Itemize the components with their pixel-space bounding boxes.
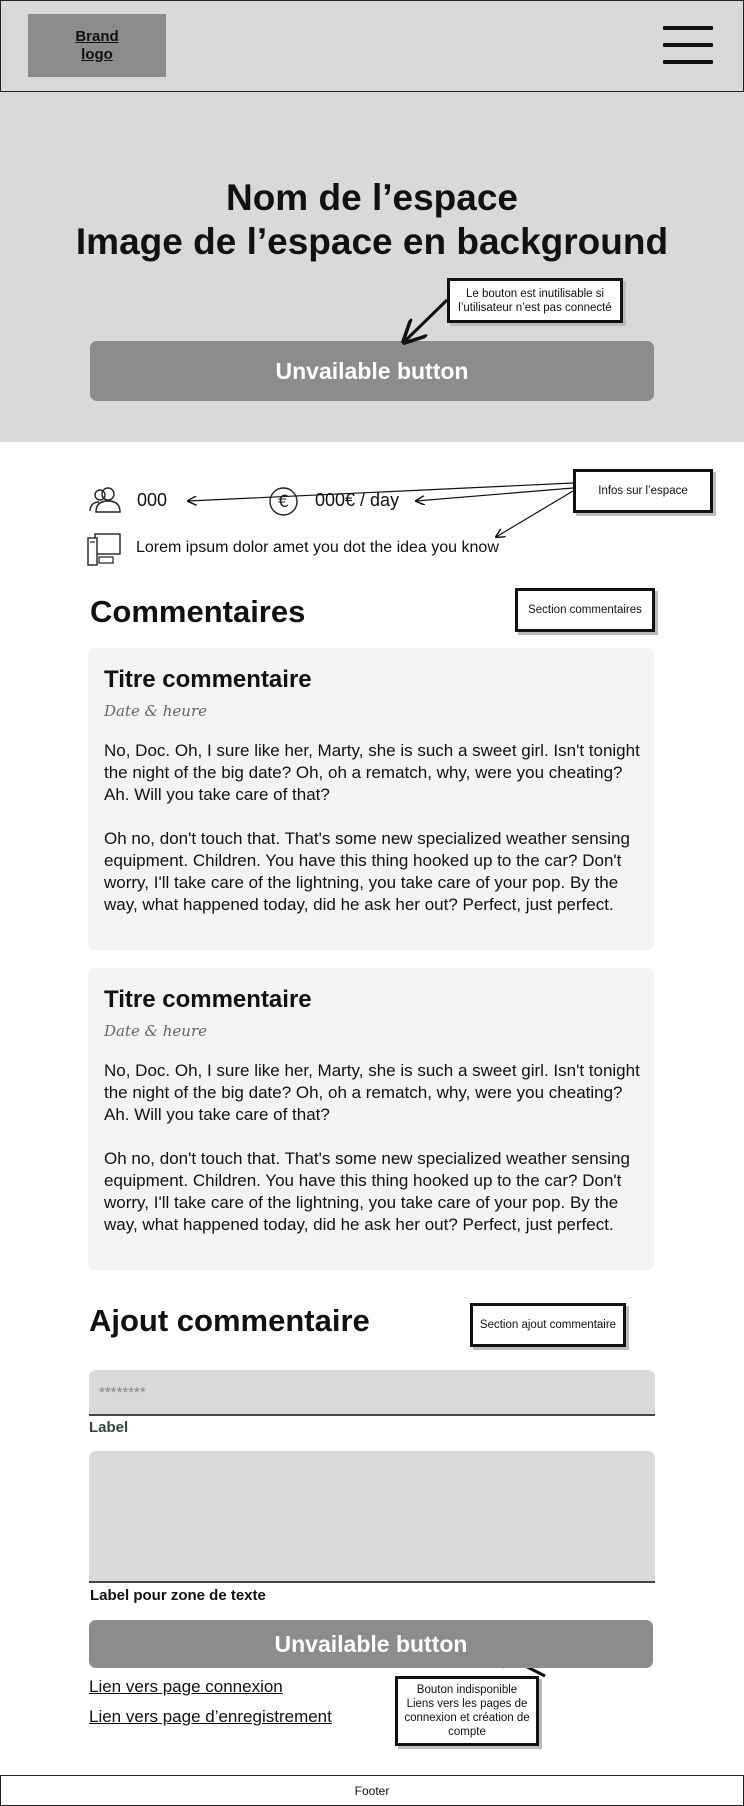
annotation-add-comment: Section ajout commentaire (470, 1303, 626, 1347)
register-link[interactable]: Lien vers page d’enregistrement (89, 1707, 332, 1727)
svg-text:€: € (278, 492, 289, 512)
comments-heading: Commentaires (90, 594, 306, 629)
annotation-comments: Section commentaires (515, 588, 655, 632)
arrow-info-desc (496, 490, 574, 537)
comment-card: Titre commentaire Date & heure No, Doc. … (88, 648, 654, 950)
comment-title: Titre commentaire (104, 666, 312, 693)
input-label: Label (89, 1419, 129, 1436)
annotation-add-comment-text: Section ajout commentaire (479, 1319, 617, 1331)
comment-paragraph: No, Doc. Oh, I sure like her, Marty, she… (104, 741, 640, 804)
comment-date: Date & heure (104, 702, 208, 720)
users-icon (89, 487, 121, 513)
footer: Footer (0, 1775, 744, 1806)
footer-label: Footer (354, 1783, 390, 1798)
comment-paragraph: Oh no, don't touch that. That's some new… (104, 1149, 630, 1234)
capacity-value: 000 (137, 490, 168, 510)
comment-input[interactable] (89, 1370, 655, 1416)
annotation-comments-text: Section commentaires (528, 604, 642, 616)
arrow-hero-note (404, 298, 449, 342)
comment-title: Titre commentaire (104, 986, 312, 1013)
price-value: 000€ / day (315, 490, 400, 510)
comment-date: Date & heure (104, 1022, 208, 1040)
comment-textarea[interactable] (89, 1451, 655, 1583)
space-description: Lorem ipsum dolor amet you dot the idea … (136, 539, 499, 556)
computer-icon (87, 533, 121, 566)
submit-unavailable-button[interactable]: Unvailable button (89, 1620, 653, 1668)
comment-paragraph: No, Doc. Oh, I sure like her, Marty, she… (104, 1061, 640, 1124)
annotation-form-button: Bouton indisponible Liens vers les pages… (395, 1676, 539, 1746)
textarea-label: Label pour zone de texte (90, 1587, 266, 1604)
comment-paragraph: Oh no, don't touch that. That's some new… (104, 829, 630, 914)
login-link[interactable]: Lien vers page connexion (89, 1677, 283, 1697)
annotation-form-button-text: Bouton indisponible Liens vers les pages… (404, 1684, 530, 1738)
add-comment-heading: Ajout commentaire (89, 1303, 370, 1338)
comment-card: Titre commentaire Date & heure No, Doc. … (88, 968, 654, 1270)
arrow-info-price (416, 487, 574, 501)
euro-icon: € (269, 487, 298, 516)
